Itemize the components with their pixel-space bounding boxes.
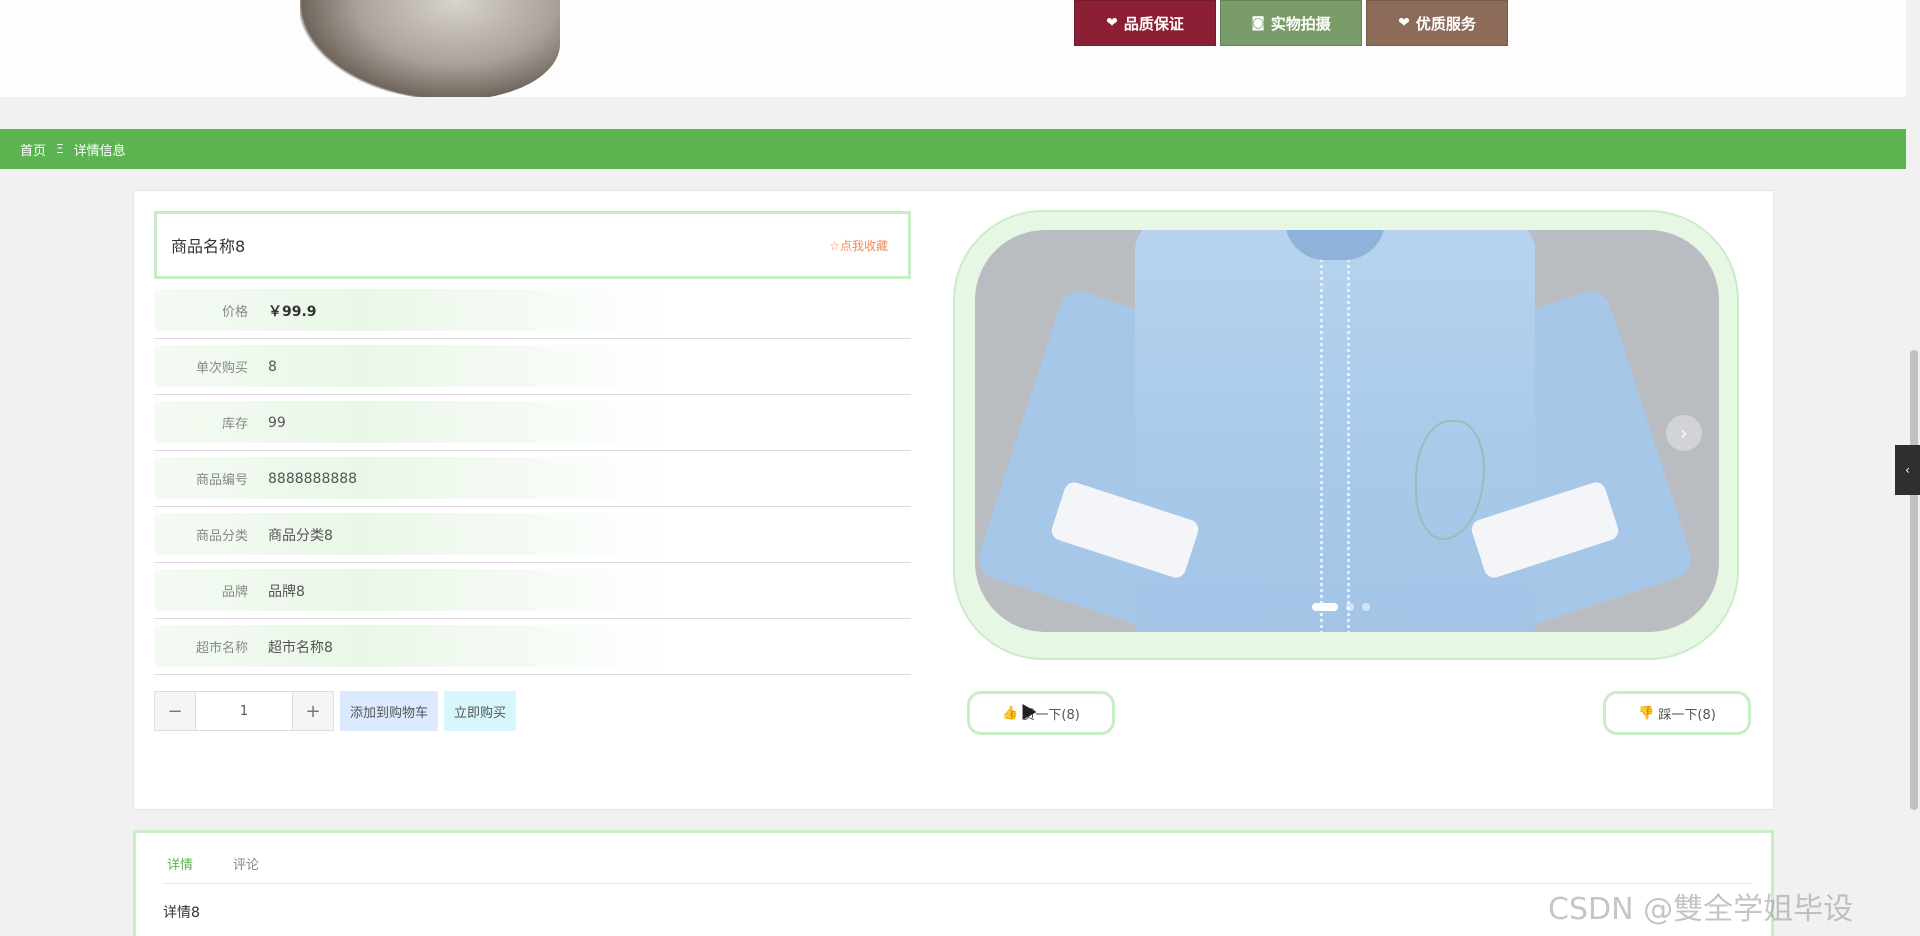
info-label: 商品分类 (195, 529, 248, 544)
product-image-carousel[interactable] (975, 230, 1719, 632)
info-label: 品牌 (221, 585, 248, 600)
dislike-button[interactable]: 👎 踩一下(8) (1603, 691, 1751, 735)
decrement-button[interactable]: − (155, 692, 195, 730)
badge-label: 品质保证 (1123, 14, 1184, 33)
heart-icon: ❤ (1398, 15, 1410, 31)
camera-icon: ◙ (1251, 15, 1265, 31)
info-row-category: 商品分类 商品分类8 (154, 507, 911, 563)
chevron-left-icon[interactable]: ‹ (1895, 445, 1920, 495)
favorite-button[interactable]: ☆点我收藏 (829, 237, 888, 254)
breadcrumb: 首页 Ξ 详情信息 (0, 129, 1906, 169)
info-value: 99 (268, 414, 286, 431)
info-row-price: 价格 ￥99.9 (154, 283, 911, 339)
info-value: 8888888888 (268, 470, 358, 487)
carousel-dot[interactable] (1346, 603, 1354, 611)
chevron-right-icon[interactable]: › (1666, 415, 1702, 451)
breadcrumb-current: 详情信息 (73, 143, 126, 159)
badge-real-photo: ◙ 实物拍摄 (1220, 0, 1362, 46)
quantity-stepper: − 1 + (154, 691, 334, 731)
badge-label: 优质服务 (1415, 14, 1476, 33)
info-row-supermarket: 超市名称 超市名称8 (154, 619, 911, 675)
favorite-label: ☆点我收藏 (829, 238, 888, 253)
product-title-box: 商品名称8 ☆点我收藏 (154, 211, 911, 279)
watermark: CSDN @雙全学姐毕设 (1548, 892, 1854, 927)
scrollbar-thumb[interactable] (1910, 350, 1918, 810)
info-row-single-purchase: 单次购买 8 (154, 339, 911, 395)
add-to-cart-button[interactable]: 添加到购物车 (340, 691, 439, 731)
info-label: 单次购买 (195, 361, 248, 376)
info-label: 库存 (221, 417, 248, 432)
tab-comments[interactable]: 评论 (233, 850, 259, 883)
breadcrumb-home[interactable]: 首页 (20, 140, 46, 159)
top-banner: ❤ 品质保证 ◙ 实物拍摄 ❤ 优质服务 (0, 0, 1906, 97)
info-label: 超市名称 (195, 641, 248, 656)
dislike-label: 踩一下(8) (1658, 707, 1716, 723)
info-value: 商品分类8 (268, 527, 333, 544)
banner-image (300, 0, 560, 97)
buy-now-button[interactable]: 立即购买 (444, 691, 517, 731)
thumbs-down-icon: 👎 (1638, 705, 1655, 721)
carousel-indicators (1312, 603, 1370, 611)
detail-content: 详情8 (163, 905, 200, 921)
info-value: 品牌8 (268, 583, 305, 600)
info-value: ￥99.9 (268, 303, 317, 320)
badge-quality: ❤ 品质保证 (1074, 0, 1216, 46)
increment-button[interactable]: + (293, 692, 333, 730)
product-name: 商品名称8 (171, 237, 246, 256)
info-row-brand: 品牌 品牌8 (154, 563, 911, 619)
info-row-stock: 库存 99 (154, 395, 911, 451)
like-button[interactable]: 👍 赞一下(8) (967, 691, 1115, 735)
purchase-controls: − 1 + 添加到购物车 立即购买 (154, 691, 517, 731)
info-label: 商品编号 (195, 473, 248, 488)
info-value: 超市名称8 (268, 639, 333, 656)
product-info-list: 价格 ￥99.9 单次购买 8 库存 99 商品编号 8888888888 商品… (154, 283, 911, 675)
breadcrumb-separator: Ξ (56, 142, 64, 156)
tab-details[interactable]: 详情 (167, 850, 193, 883)
quantity-input[interactable]: 1 (195, 692, 293, 730)
info-row-product-number: 商品编号 8888888888 (154, 451, 911, 507)
carousel-dot[interactable] (1362, 603, 1370, 611)
badge-label: 实物拍摄 (1270, 14, 1331, 33)
carousel-dot[interactable] (1312, 603, 1338, 611)
detail-tabs: 详情 评论 (163, 850, 1753, 884)
product-image-part (1320, 230, 1350, 632)
info-label: 价格 (221, 305, 248, 320)
heart-icon: ❤ (1106, 15, 1118, 31)
badge-service: ❤ 优质服务 (1366, 0, 1508, 46)
service-badges: ❤ 品质保证 ◙ 实物拍摄 ❤ 优质服务 (1074, 0, 1508, 46)
info-value: 8 (268, 358, 277, 375)
